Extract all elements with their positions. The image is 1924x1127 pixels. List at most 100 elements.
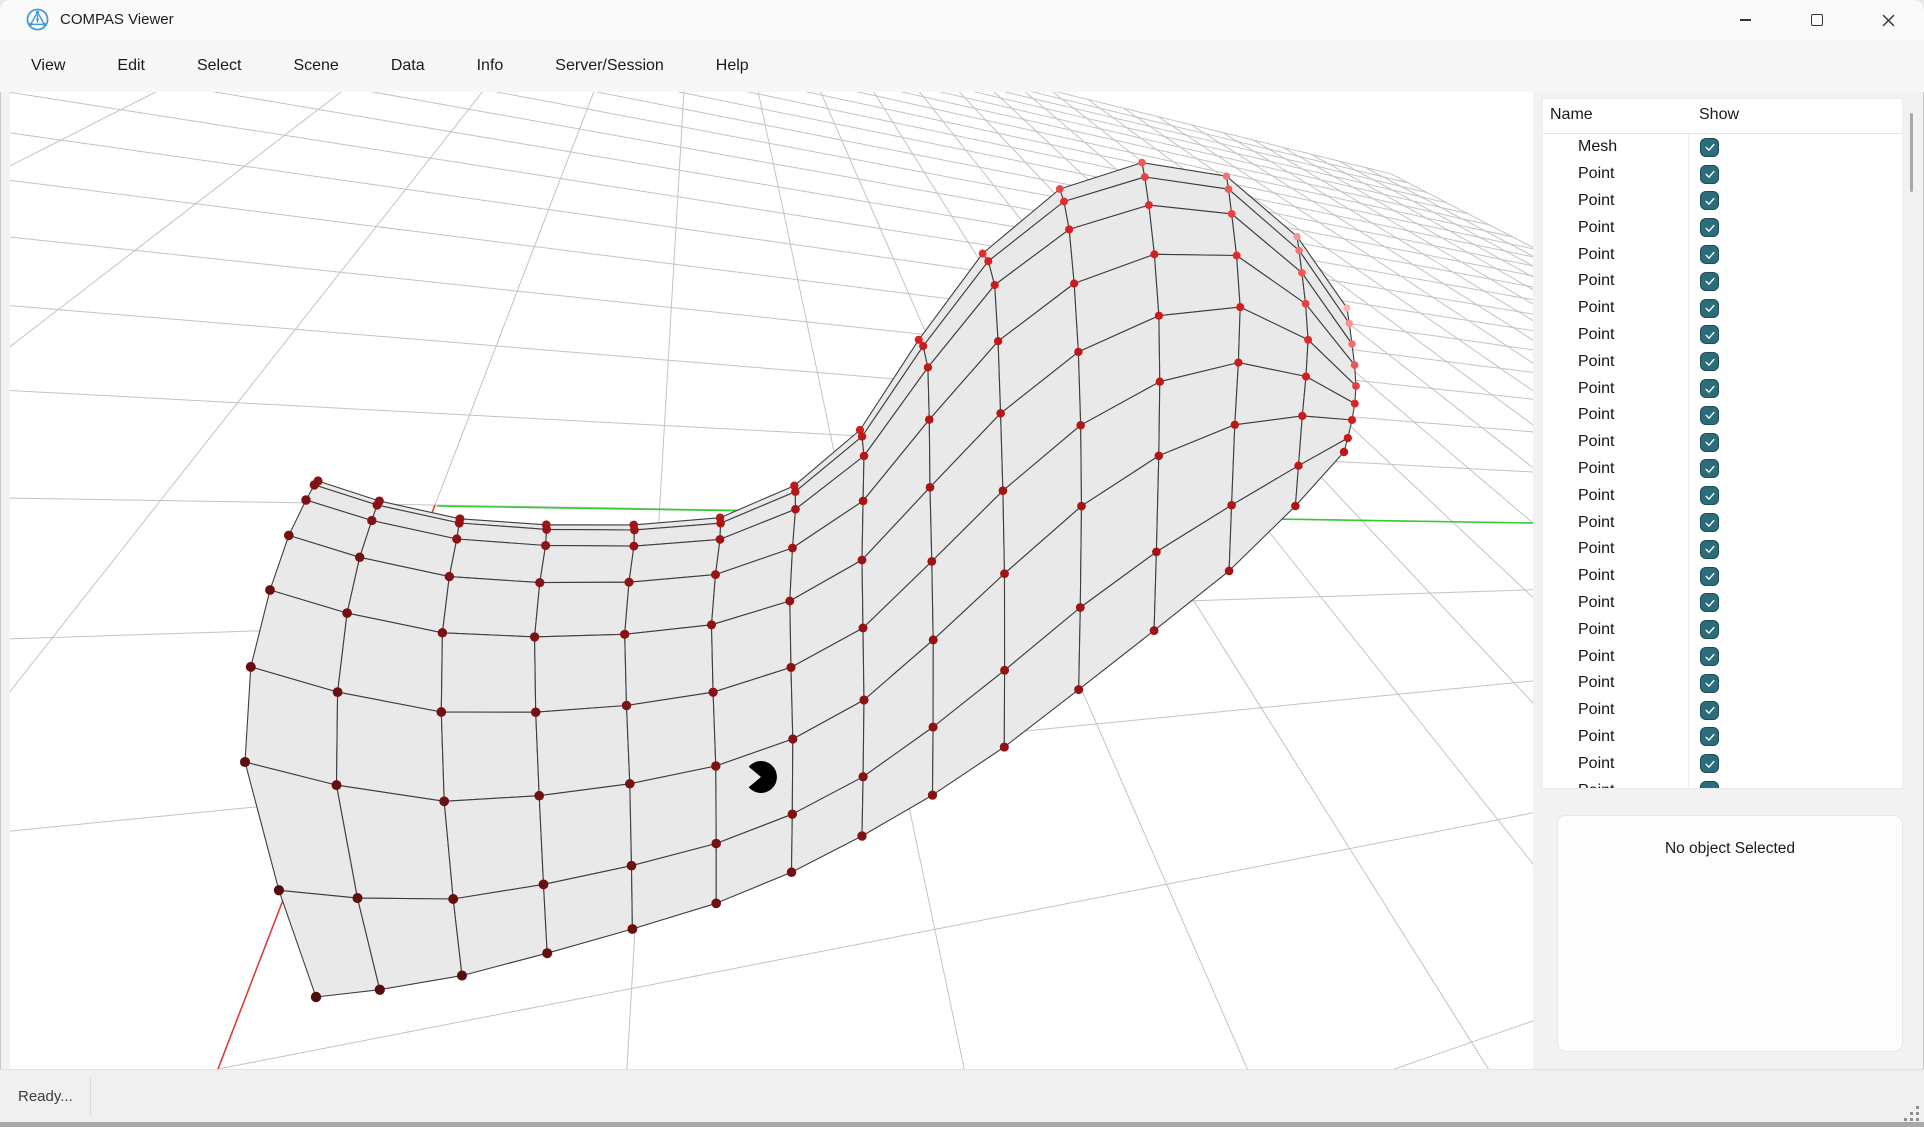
table-header: Name Show — [1543, 99, 1902, 134]
table-row[interactable]: Point — [1543, 509, 1902, 536]
visibility-checkbox[interactable] — [1700, 138, 1719, 157]
app-window: COMPAS Viewer View Edit Select Scene Dat… — [0, 0, 1924, 1127]
checkmark-icon — [1703, 328, 1717, 342]
table-row[interactable]: Point — [1543, 643, 1902, 670]
table-row[interactable]: Point — [1543, 777, 1902, 789]
visibility-checkbox[interactable] — [1700, 781, 1719, 789]
table-row[interactable]: Point — [1543, 402, 1902, 429]
resize-grip[interactable] — [1898, 1100, 1922, 1124]
table-row[interactable]: Point — [1543, 482, 1902, 509]
visibility-checkbox[interactable] — [1700, 754, 1719, 773]
table-row[interactable]: Point — [1543, 670, 1902, 697]
table-row[interactable]: Point — [1543, 616, 1902, 643]
visibility-checkbox[interactable] — [1700, 245, 1719, 264]
checkmark-icon — [1703, 462, 1717, 476]
visibility-checkbox[interactable] — [1700, 272, 1719, 291]
visibility-checkbox[interactable] — [1700, 486, 1719, 505]
visibility-checkbox[interactable] — [1700, 567, 1719, 586]
visibility-checkbox[interactable] — [1700, 513, 1719, 532]
menu-item[interactable]: Scene — [291, 53, 340, 79]
titlebar: COMPAS Viewer — [0, 0, 1924, 40]
close-button[interactable] — [1865, 0, 1911, 40]
visibility-checkbox[interactable] — [1700, 379, 1719, 398]
visibility-checkbox[interactable] — [1700, 727, 1719, 746]
table-row[interactable]: Point — [1543, 590, 1902, 617]
table-row[interactable]: Point — [1543, 697, 1902, 724]
table-row[interactable]: Point — [1543, 268, 1902, 295]
row-label: Point — [1543, 219, 1688, 237]
checkmark-icon — [1703, 676, 1717, 690]
maximize-button[interactable] — [1794, 0, 1840, 40]
table-row[interactable]: Point — [1543, 536, 1902, 563]
visibility-checkbox[interactable] — [1700, 191, 1719, 210]
row-label: Mesh — [1543, 138, 1688, 156]
checkmark-icon — [1703, 274, 1717, 288]
table-row[interactable]: Point — [1543, 563, 1902, 590]
checkmark-icon — [1703, 703, 1717, 717]
checkmark-icon — [1703, 221, 1717, 235]
visibility-checkbox[interactable] — [1700, 325, 1719, 344]
visibility-checkbox[interactable] — [1700, 593, 1719, 612]
row-label: Point — [1543, 272, 1688, 290]
menu-item[interactable]: Help — [714, 53, 751, 79]
column-header-show[interactable]: Show — [1699, 99, 1739, 133]
row-label: Point — [1543, 192, 1688, 210]
table-row[interactable]: Point — [1543, 348, 1902, 375]
visibility-checkbox[interactable] — [1700, 165, 1719, 184]
window-bottom-edge — [0, 1122, 1924, 1127]
row-label: Point — [1543, 326, 1688, 344]
checkmark-icon — [1703, 248, 1717, 262]
row-label: Point — [1543, 380, 1688, 398]
checkmark-icon — [1703, 355, 1717, 369]
table-row[interactable]: Point — [1543, 188, 1902, 215]
menu-item[interactable]: Info — [475, 53, 506, 79]
no-selection-message: No object Selected — [1558, 840, 1902, 858]
visibility-checkbox[interactable] — [1700, 620, 1719, 639]
menu-item[interactable]: Server/Session — [553, 53, 666, 79]
table-body: Mesh Point — [1543, 134, 1902, 789]
checkmark-icon — [1703, 194, 1717, 208]
checkmark-icon — [1703, 516, 1717, 530]
row-label: Point — [1543, 165, 1688, 183]
checkmark-icon — [1703, 408, 1717, 422]
visibility-checkbox[interactable] — [1700, 433, 1719, 452]
table-row[interactable]: Point — [1543, 241, 1902, 268]
visibility-checkbox[interactable] — [1700, 701, 1719, 720]
sidebar-scrollbar[interactable] — [1910, 113, 1913, 192]
visibility-checkbox[interactable] — [1700, 218, 1719, 237]
table-row[interactable]: Point — [1543, 161, 1902, 188]
scene-tree-table: Name Show Mesh Point — [1542, 98, 1903, 789]
table-row[interactable]: Point — [1543, 295, 1902, 322]
table-row[interactable]: Point — [1543, 375, 1902, 402]
menu-item[interactable]: Select — [195, 53, 243, 79]
maximize-icon — [1811, 14, 1823, 26]
visibility-checkbox[interactable] — [1700, 406, 1719, 425]
table-row[interactable]: Point — [1543, 724, 1902, 751]
visibility-checkbox[interactable] — [1700, 459, 1719, 478]
checkmark-icon — [1703, 596, 1717, 610]
checkmark-icon — [1703, 650, 1717, 664]
visibility-checkbox[interactable] — [1700, 299, 1719, 318]
checkmark-icon — [1703, 569, 1717, 583]
table-row[interactable]: Point — [1543, 750, 1902, 777]
menu-item[interactable]: View — [29, 53, 67, 79]
table-row[interactable]: Point — [1543, 322, 1902, 349]
table-row[interactable]: Point — [1543, 456, 1902, 483]
row-label: Point — [1543, 433, 1688, 451]
visibility-checkbox[interactable] — [1700, 540, 1719, 559]
menu-item[interactable]: Data — [389, 53, 427, 79]
checkmark-icon — [1703, 167, 1717, 181]
visibility-checkbox[interactable] — [1700, 674, 1719, 693]
minimize-button[interactable] — [1722, 0, 1768, 40]
column-header-name[interactable]: Name — [1550, 99, 1593, 133]
window-title: COMPAS Viewer — [60, 0, 174, 40]
table-row[interactable]: Mesh — [1543, 134, 1902, 161]
table-row[interactable]: Point — [1543, 214, 1902, 241]
row-label: Point — [1543, 621, 1688, 639]
menu-item[interactable]: Edit — [115, 53, 147, 79]
checkmark-icon — [1703, 730, 1717, 744]
checkmark-icon — [1703, 301, 1717, 315]
visibility-checkbox[interactable] — [1700, 647, 1719, 666]
visibility-checkbox[interactable] — [1700, 352, 1719, 371]
table-row[interactable]: Point — [1543, 429, 1902, 456]
